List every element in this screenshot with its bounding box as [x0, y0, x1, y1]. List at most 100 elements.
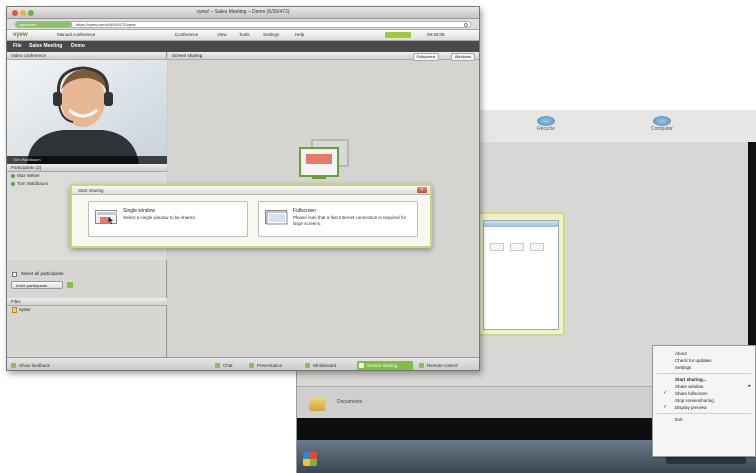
reload-icon[interactable] — [464, 23, 468, 27]
participants-header: Participants (2) — [7, 164, 167, 172]
screen-sharing-icon — [299, 139, 349, 179]
recycle-bin-icon — [537, 116, 555, 126]
checkmark-icon: ✓ — [663, 404, 668, 410]
context-menu-label: Settings — [675, 365, 692, 370]
desktop-icon-computer[interactable]: Computer — [651, 116, 673, 132]
filmstrip-label: Documents — [337, 399, 363, 405]
files-panel: Files vyew! — [7, 298, 167, 354]
menu-tools[interactable]: Tools — [239, 32, 250, 37]
window-title: vyew! – Sales Meeting – Demo (6/26/472) — [196, 9, 290, 15]
remote-control-icon — [419, 363, 424, 368]
context-menu-item[interactable]: Start sharing... — [653, 376, 755, 383]
context-menu-item[interactable]: Check for updates — [653, 357, 755, 364]
menu-separator — [657, 413, 751, 414]
context-menu-item[interactable]: ✓ Share fullscreen — [653, 390, 755, 397]
dialog-title-bar: Start sharing × — [72, 186, 430, 195]
single-window-icon — [95, 210, 117, 224]
context-menu-label: Stop screensharing — [675, 398, 714, 403]
chat-label: Chat — [223, 363, 233, 368]
context-menu-item[interactable]: About — [653, 350, 755, 357]
shared-window-thumbnail[interactable] — [475, 212, 565, 336]
context-menu-label: Start sharing... — [675, 377, 707, 382]
select-all-checkbox-row[interactable]: Select all participants — [7, 270, 167, 278]
app-toolbar: vyew Manual conference Conference View T… — [7, 30, 479, 41]
start-button-icon[interactable] — [303, 452, 317, 466]
participant-video-image — [7, 60, 167, 164]
show-feedback-button[interactable]: Show feedback — [9, 361, 50, 370]
menu-view[interactable]: View — [217, 32, 227, 37]
menu-conference[interactable]: Conference — [175, 32, 198, 37]
chat-icon — [215, 363, 220, 368]
clock: 09:45:05 — [427, 32, 445, 37]
participant-row[interactable]: Max Weber — [7, 172, 167, 180]
context-menu-label: Display preview — [675, 405, 707, 410]
checkmark-icon[interactable] — [67, 282, 73, 288]
participant-name: Tom Waldbaum — [17, 181, 49, 186]
windows-button[interactable]: Windows — [450, 53, 475, 61]
folder-icon[interactable] — [309, 397, 325, 411]
context-menu-label: Share window — [675, 384, 704, 389]
single-window-description: Select a single window to be shared. — [123, 215, 197, 220]
fullscreen-option[interactable]: Fullscreen Please note that a fast Inter… — [258, 201, 418, 237]
file-row[interactable]: vyew! — [7, 306, 167, 314]
menu-meeting-name[interactable]: Sales Meeting — [29, 43, 62, 49]
desktop-icon-label: Recycle — [537, 126, 555, 132]
presentation-button[interactable]: Presentation — [247, 361, 297, 370]
manual-conference-button[interactable]: Manual conference — [57, 32, 95, 37]
context-menu-item[interactable]: Share window ▸ — [653, 383, 755, 390]
context-menu-item[interactable]: Settings — [653, 364, 755, 371]
menu-file[interactable]: File — [13, 43, 22, 49]
connection-status-badge — [385, 32, 411, 38]
meeting-menu-bar: File Sales Meeting Demo — [7, 41, 479, 52]
checkmark-icon: ✓ — [663, 390, 668, 396]
presentation-label: Presentation — [257, 363, 283, 368]
files-header: Files — [7, 298, 167, 306]
online-status-icon — [11, 182, 15, 186]
remote-control-button[interactable]: Remote control — [417, 361, 477, 370]
screen-sharing-tab-icon — [359, 363, 364, 368]
menu-settings[interactable]: Settings — [263, 32, 279, 37]
app-logo: vyew — [13, 32, 28, 38]
thumbnail-cell — [510, 243, 524, 251]
single-window-option[interactable]: Single window Select a single window to … — [88, 201, 248, 237]
screen-sharing-label: Screen sharing — [367, 363, 398, 368]
show-feedback-label: Show feedback — [19, 363, 50, 368]
context-menu-label: Share fullscreen — [675, 391, 708, 396]
dialog-title: Start sharing — [78, 188, 104, 193]
invite-button[interactable]: Invite participants — [11, 281, 63, 289]
video-name-label: Tom Waldbaum — [7, 156, 167, 164]
single-window-title: Single window — [123, 208, 155, 214]
desktop-icon-label: Computer — [651, 126, 673, 132]
menu-help[interactable]: Help — [295, 32, 304, 37]
thumbnail-window — [483, 220, 559, 330]
context-menu-item[interactable]: ✓ Display preview — [653, 404, 755, 411]
whiteboard-button[interactable]: Whiteboard — [303, 361, 353, 370]
presentation-icon — [249, 363, 254, 368]
menu-demo[interactable]: Demo — [71, 43, 85, 49]
thumbnail-cell — [530, 243, 544, 251]
context-menu-item[interactable]: Exit — [653, 416, 755, 423]
invite-row: Invite participants — [11, 280, 163, 290]
video-feed: Tom Waldbaum — [7, 60, 167, 164]
fullscreen-title: Fullscreen — [293, 208, 317, 214]
menu-separator — [657, 373, 751, 374]
thumbnail-title-bar — [484, 221, 558, 227]
context-menu-label: About — [675, 351, 687, 356]
remote-control-label: Remote control — [427, 363, 458, 368]
participant-name: Max Weber — [17, 173, 40, 178]
address-bar: vyew.com https://vyew.com/c/6/26/472/vye… — [7, 19, 479, 30]
computer-icon — [652, 116, 671, 126]
select-all-checkbox[interactable] — [12, 272, 17, 277]
fullscreen-icon — [265, 210, 288, 225]
fullscreen-description: Please note that a fast Internet connect… — [293, 215, 407, 226]
fullscreen-button[interactable]: Fullscreen — [412, 53, 439, 61]
screen-sharing-button[interactable]: Screen sharing — [357, 361, 413, 370]
screen-sharing-header: Screen sharing Fullscreen Windows — [168, 52, 479, 61]
desktop-icon-recycle[interactable]: Recycle — [537, 116, 555, 132]
url-field[interactable]: vyew.com https://vyew.com/c/6/26/472/vye… — [15, 21, 471, 28]
chat-button[interactable]: Chat — [213, 361, 243, 370]
dialog-close-icon[interactable]: × — [417, 187, 427, 193]
file-icon — [12, 307, 17, 313]
context-menu-item[interactable]: Stop screensharing — [653, 397, 755, 404]
feedback-icon — [11, 363, 16, 368]
